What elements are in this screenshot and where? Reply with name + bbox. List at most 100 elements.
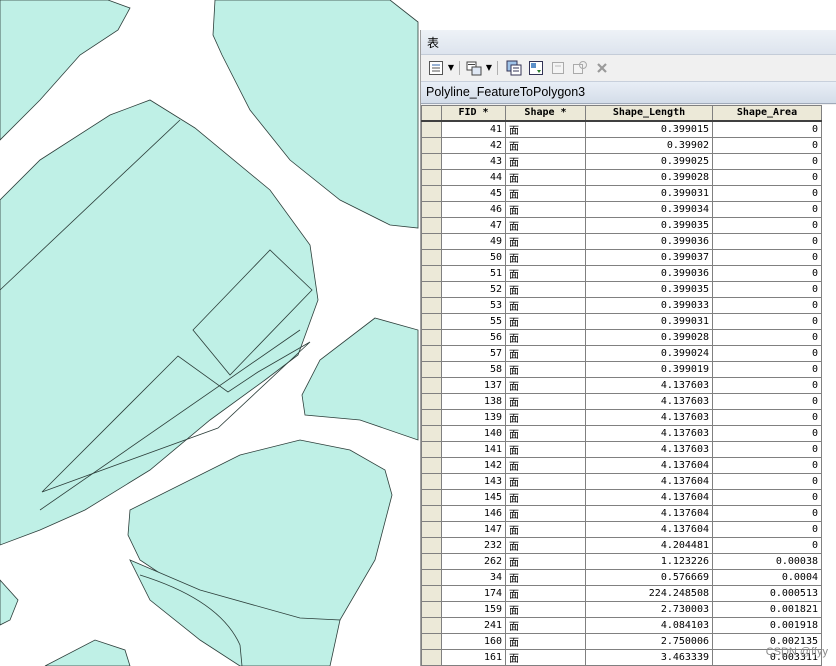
row-selector[interactable]	[421, 344, 442, 362]
cell-shape-area[interactable]: 0	[712, 200, 822, 218]
cell-shape-area[interactable]: 0	[712, 536, 822, 554]
table-row[interactable]: 44 面 0.399028 0	[421, 168, 822, 186]
cell-shape[interactable]: 面	[505, 600, 586, 618]
cell-shape-length[interactable]: 0.39902	[585, 136, 713, 154]
cell-shape-area[interactable]: 0	[712, 152, 822, 170]
row-selector[interactable]	[421, 568, 442, 586]
row-selector[interactable]	[421, 424, 442, 442]
table-row[interactable]: 241 面 4.084103 0.001918	[421, 616, 822, 634]
cell-shape-area[interactable]: 0.000513	[712, 584, 822, 602]
table-row[interactable]: 56 面 0.399028 0	[421, 328, 822, 346]
row-selector[interactable]	[421, 600, 442, 618]
cell-shape-area[interactable]: 0	[712, 280, 822, 298]
table-row[interactable]: 262 面 1.123226 0.00038	[421, 552, 822, 570]
table-row[interactable]: 45 面 0.399031 0	[421, 184, 822, 202]
cell-shape[interactable]: 面	[505, 312, 586, 330]
cell-shape-length[interactable]: 0.399035	[585, 280, 713, 298]
table-row[interactable]: 141 面 4.137603 0	[421, 440, 822, 458]
cell-shape[interactable]: 面	[505, 136, 586, 154]
row-selector[interactable]	[421, 120, 442, 138]
table-row[interactable]: 58 面 0.399019 0	[421, 360, 822, 378]
cell-shape[interactable]: 面	[505, 248, 586, 266]
cell-shape-length[interactable]: 4.204481	[585, 536, 713, 554]
cell-fid[interactable]: 174	[441, 584, 506, 602]
cell-shape-length[interactable]: 0.399036	[585, 264, 713, 282]
cell-shape[interactable]: 面	[505, 408, 586, 426]
row-selector[interactable]	[421, 616, 442, 634]
cell-shape[interactable]: 面	[505, 280, 586, 298]
cell-shape-length[interactable]: 0.399024	[585, 344, 713, 362]
switch-selection-icon[interactable]	[527, 59, 545, 77]
cell-shape-length[interactable]: 0.399035	[585, 216, 713, 234]
table-row[interactable]: 50 面 0.399037 0	[421, 248, 822, 266]
cell-fid[interactable]: 45	[441, 184, 506, 202]
delete-selected-icon[interactable]	[593, 59, 611, 77]
row-selector[interactable]	[421, 328, 442, 346]
cell-shape[interactable]: 面	[505, 488, 586, 506]
cell-shape-length[interactable]: 0.576669	[585, 568, 713, 586]
cell-shape-area[interactable]: 0	[712, 360, 822, 378]
cell-shape[interactable]: 面	[505, 392, 586, 410]
row-selector[interactable]	[421, 584, 442, 602]
table-row[interactable]: 43 面 0.399025 0	[421, 152, 822, 170]
cell-fid[interactable]: 140	[441, 424, 506, 442]
cell-shape[interactable]: 面	[505, 216, 586, 234]
cell-fid[interactable]: 143	[441, 472, 506, 490]
cell-shape-area[interactable]: 0	[712, 424, 822, 442]
cell-fid[interactable]: 53	[441, 296, 506, 314]
table-row[interactable]: 160 面 2.750006 0.002135	[421, 632, 822, 650]
cell-shape-length[interactable]: 2.730003	[585, 600, 713, 618]
cell-shape-area[interactable]: 0	[712, 472, 822, 490]
cell-fid[interactable]: 146	[441, 504, 506, 522]
cell-fid[interactable]: 49	[441, 232, 506, 250]
cell-shape-area[interactable]: 0.00038	[712, 552, 822, 570]
row-selector[interactable]	[421, 216, 442, 234]
cell-fid[interactable]: 43	[441, 152, 506, 170]
row-selector[interactable]	[421, 152, 442, 170]
table-options-icon[interactable]	[427, 59, 445, 77]
table-row[interactable]: 174 面 224.248508 0.000513	[421, 584, 822, 602]
row-selector[interactable]	[421, 232, 442, 250]
row-selector[interactable]	[421, 312, 442, 330]
row-selector[interactable]	[421, 296, 442, 314]
cell-shape-length[interactable]: 2.750006	[585, 632, 713, 650]
cell-shape-length[interactable]: 0.399015	[585, 120, 713, 138]
cell-fid[interactable]: 262	[441, 552, 506, 570]
related-tables-icon[interactable]	[465, 59, 483, 77]
cell-shape[interactable]: 面	[505, 632, 586, 650]
cell-shape-area[interactable]: 0	[712, 312, 822, 330]
table-row[interactable]: 55 面 0.399031 0	[421, 312, 822, 330]
table-row[interactable]: 53 面 0.399033 0	[421, 296, 822, 314]
row-selector[interactable]	[421, 248, 442, 266]
cell-shape[interactable]: 面	[505, 456, 586, 474]
row-selector[interactable]	[421, 456, 442, 474]
row-selector[interactable]	[421, 440, 442, 458]
cell-shape[interactable]: 面	[505, 328, 586, 346]
cell-fid[interactable]: 138	[441, 392, 506, 410]
cell-shape[interactable]: 面	[505, 504, 586, 522]
table-row[interactable]: 51 面 0.399036 0	[421, 264, 822, 282]
cell-shape-length[interactable]: 0.399028	[585, 328, 713, 346]
cell-shape-length[interactable]: 4.137604	[585, 456, 713, 474]
table-row[interactable]: 232 面 4.204481 0	[421, 536, 822, 554]
table-row[interactable]: 139 面 4.137603 0	[421, 408, 822, 426]
column-header-shape[interactable]: Shape *	[505, 105, 586, 122]
table-row[interactable]: 140 面 4.137603 0	[421, 424, 822, 442]
cell-shape-area[interactable]: 0	[712, 264, 822, 282]
cell-shape-area[interactable]: 0	[712, 248, 822, 266]
cell-shape[interactable]: 面	[505, 184, 586, 202]
cell-shape-length[interactable]: 4.137604	[585, 472, 713, 490]
row-selector[interactable]	[421, 136, 442, 154]
row-selector[interactable]	[421, 168, 442, 186]
table-row[interactable]: 57 面 0.399024 0	[421, 344, 822, 362]
cell-shape-area[interactable]: 0.0004	[712, 568, 822, 586]
cell-shape-area[interactable]: 0	[712, 376, 822, 394]
row-selector[interactable]	[421, 392, 442, 410]
cell-fid[interactable]: 56	[441, 328, 506, 346]
cell-fid[interactable]: 160	[441, 632, 506, 650]
row-selector[interactable]	[421, 536, 442, 554]
row-selector[interactable]	[421, 552, 442, 570]
cell-fid[interactable]: 241	[441, 616, 506, 634]
attribute-grid[interactable]: FID * Shape * Shape_Length Shape_Area 41…	[421, 105, 836, 666]
cell-shape-area[interactable]: 0	[712, 504, 822, 522]
